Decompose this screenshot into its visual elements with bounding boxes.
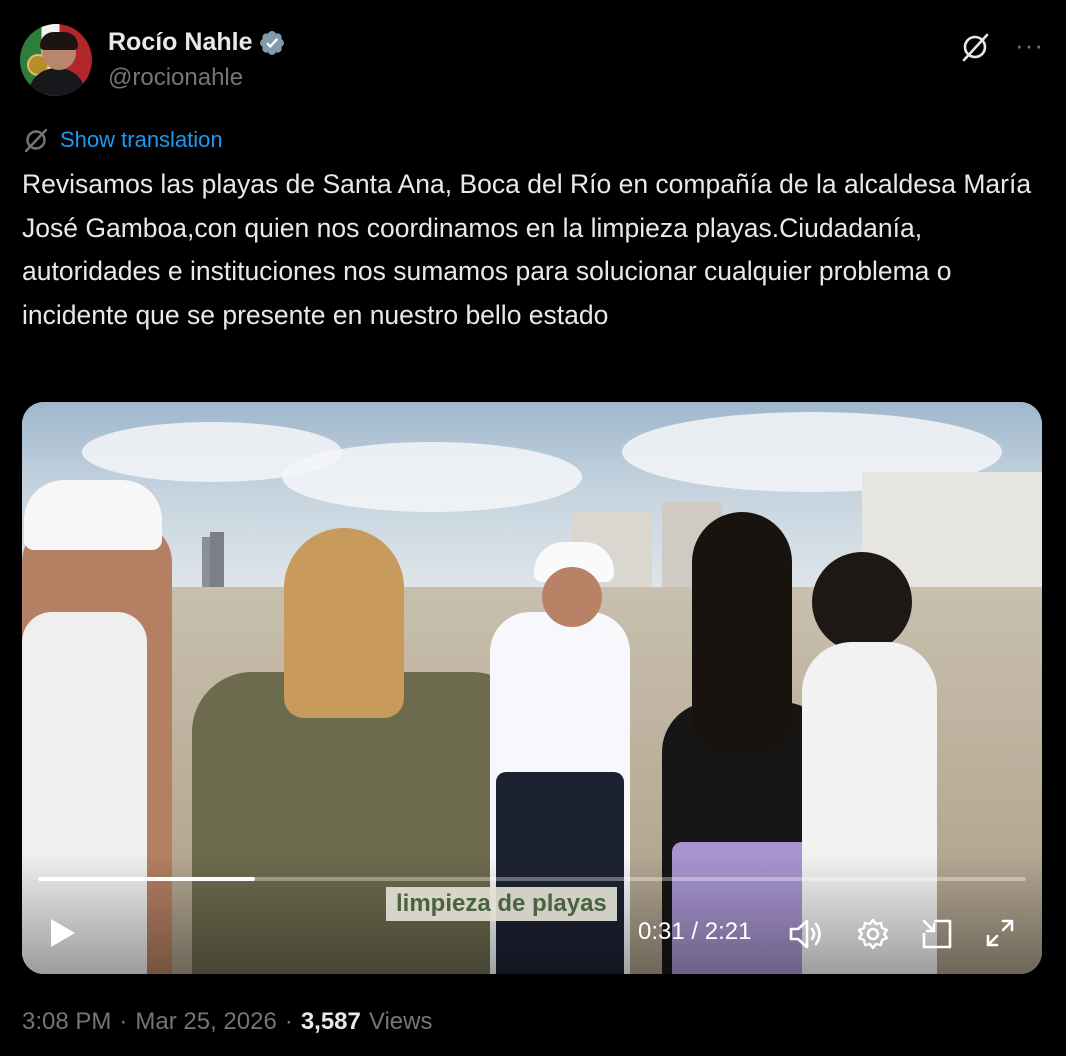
- video-player[interactable]: limpieza de playas 0:31 / 2:21: [22, 402, 1042, 974]
- tweet-meta: 3:08 PM · Mar 25, 2026 · 3,587 Views: [22, 1008, 432, 1036]
- fullscreen-icon[interactable]: [984, 917, 1016, 949]
- video-progress-bar[interactable]: [38, 877, 1026, 881]
- author-handle[interactable]: @rocionahle: [108, 64, 243, 92]
- separator-dot: ·: [119, 1008, 128, 1035]
- author-name[interactable]: Rocío Nahle: [108, 28, 252, 57]
- video-time: 0:31 / 2:21: [638, 918, 752, 945]
- settings-gear-icon[interactable]: [856, 917, 890, 951]
- author-name-row[interactable]: Rocío Nahle: [108, 28, 286, 57]
- avatar[interactable]: [20, 24, 92, 96]
- play-icon[interactable]: [48, 916, 78, 950]
- grok-icon[interactable]: [958, 30, 992, 64]
- tweet-date[interactable]: Mar 25, 2026: [135, 1008, 276, 1036]
- show-translation-link[interactable]: Show translation: [22, 126, 223, 154]
- tweet-time[interactable]: 3:08 PM: [22, 1008, 111, 1036]
- views-count[interactable]: 3,587: [301, 1008, 361, 1036]
- volume-icon[interactable]: [788, 917, 824, 951]
- views-label: Views: [368, 1008, 433, 1035]
- tweet-text: Revisamos las playas de Santa Ana, Boca …: [22, 169, 1032, 330]
- grok-translate-icon: [24, 128, 48, 153]
- video-caption: limpieza de playas: [386, 887, 617, 921]
- show-translation-label[interactable]: Show translation: [60, 127, 223, 153]
- verified-badge-icon: [260, 30, 285, 55]
- tweet-header: Rocío Nahle @rocionahle ···: [20, 20, 1046, 100]
- more-options-button[interactable]: ···: [1015, 30, 1044, 61]
- picture-in-picture-icon[interactable]: [920, 917, 954, 951]
- video-progress-fill: [38, 877, 256, 881]
- separator-dot: ·: [284, 1008, 293, 1035]
